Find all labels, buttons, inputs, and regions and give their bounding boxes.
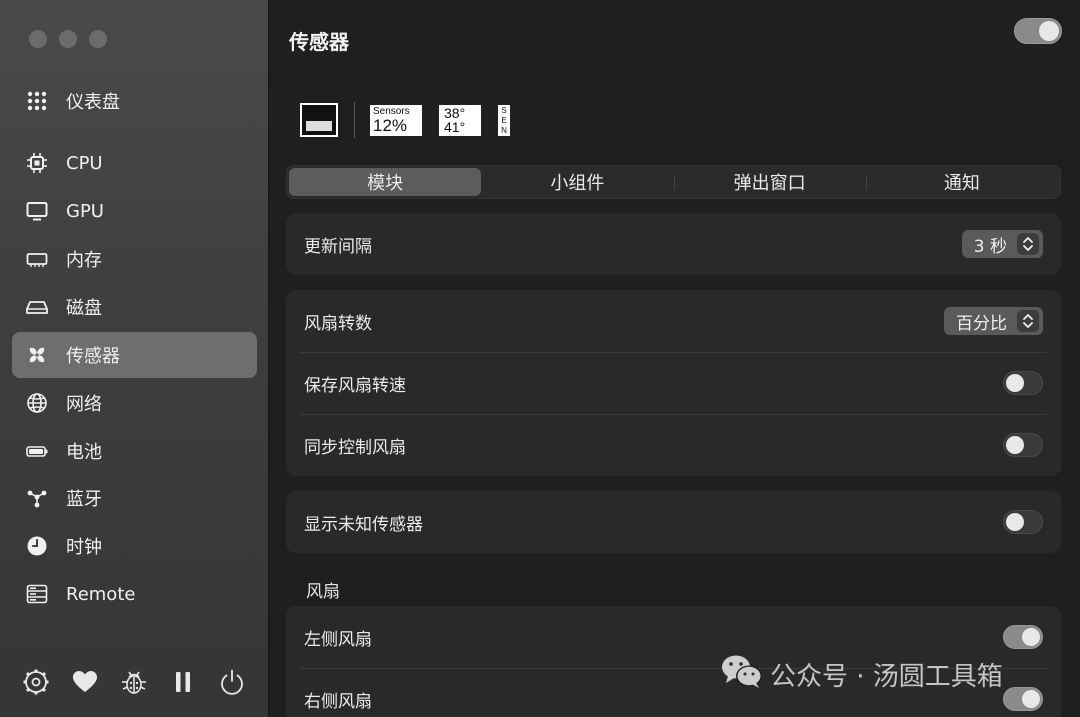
- widget-temp-2: 41°: [444, 118, 466, 135]
- watermark: 公众号 · 汤圆工具箱: [720, 652, 1003, 697]
- right-fan-toggle[interactable]: [1003, 687, 1043, 711]
- sidebar-item-label: CPU: [66, 152, 103, 174]
- sidebar-item-label: Remote: [66, 583, 136, 605]
- globe-icon: [25, 391, 49, 415]
- update-interval-card: 更新间隔 3 秒: [286, 213, 1061, 275]
- widget-vertical-label: SEN: [501, 105, 507, 135]
- sidebar-footer: [22, 668, 267, 700]
- grid-icon: [25, 89, 49, 113]
- tab-notifications[interactable]: 通知: [865, 168, 1058, 196]
- sidebar-item-bluetooth[interactable]: 蓝牙: [12, 475, 257, 521]
- close-window-button[interactable]: [29, 30, 47, 48]
- widget-sensors-value: 12%: [373, 115, 408, 135]
- sidebar-item-gpu[interactable]: GPU: [12, 188, 257, 234]
- sidebar: 仪表盘 CPU GPU 内存 磁盘 传感器 网络 电池 蓝牙 时钟 Remote: [0, 0, 269, 717]
- settings-tabs: 模块 小组件 弹出窗口 通知: [286, 165, 1061, 199]
- sync-fan-control-row: 同步控制风扇: [286, 414, 1061, 476]
- sidebar-item-remote[interactable]: Remote: [12, 571, 257, 617]
- widget-preview-temperatures[interactable]: 38° 41°: [438, 103, 482, 137]
- sidebar-item-disk[interactable]: 磁盘: [12, 284, 257, 330]
- widget-sensors-label: Sensors: [373, 105, 410, 117]
- settings-button[interactable]: [22, 668, 71, 700]
- support-button[interactable]: [71, 668, 120, 700]
- watermark-text: 公众号 · 汤圆工具箱: [770, 662, 1003, 692]
- tab-widgets[interactable]: 小组件: [481, 168, 673, 196]
- report-bug-button[interactable]: [120, 668, 169, 700]
- quit-button[interactable]: [218, 668, 267, 700]
- sidebar-item-label: 电池: [66, 442, 102, 463]
- fan-speed-row: 风扇转数 百分比: [286, 290, 1061, 352]
- sync-fan-control-toggle[interactable]: [1003, 433, 1043, 457]
- sidebar-item-label: 时钟: [66, 537, 102, 558]
- save-fan-speed-row: 保存风扇转速: [286, 352, 1061, 414]
- fan-settings-card: 风扇转数 百分比 保存风扇转速 同步控制风扇: [286, 290, 1061, 476]
- fan-speed-value: 百分比: [956, 313, 1007, 334]
- clock-icon: [25, 534, 49, 558]
- fan-speed-label: 风扇转数: [304, 313, 372, 334]
- widget-preview-mini[interactable]: [300, 103, 338, 137]
- update-interval-row: 更新间隔 3 秒: [286, 213, 1061, 275]
- widget-preview-strip: Sensors 12% 38° 41° SEN: [300, 102, 511, 138]
- sidebar-item-dashboard[interactable]: 仪表盘: [12, 78, 257, 124]
- show-unknown-sensors-row: 显示未知传感器: [286, 491, 1061, 553]
- show-unknown-sensors-toggle[interactable]: [1003, 510, 1043, 534]
- sidebar-item-network[interactable]: 网络: [12, 380, 257, 426]
- power-icon: [218, 668, 246, 700]
- monitor-icon: [25, 199, 49, 223]
- sync-fan-control-label: 同步控制风扇: [304, 437, 406, 458]
- page-title: 传感器: [289, 30, 349, 54]
- memory-icon: [25, 247, 49, 271]
- unknown-sensors-card: 显示未知传感器: [286, 491, 1061, 553]
- update-interval-label: 更新间隔: [304, 236, 372, 257]
- sidebar-item-clock[interactable]: 时钟: [12, 523, 257, 569]
- sidebar-item-label: 内存: [66, 250, 102, 271]
- main-panel: 传感器 Sensors 12% 38° 41° SEN 模块 小组件 弹出窗口 …: [270, 0, 1080, 717]
- save-fan-speed-toggle[interactable]: [1003, 371, 1043, 395]
- left-fan-label: 左侧风扇: [304, 629, 372, 650]
- left-fan-toggle[interactable]: [1003, 625, 1043, 649]
- sidebar-item-label: 蓝牙: [66, 489, 102, 510]
- widget-preview-sensors[interactable]: Sensors 12%: [369, 103, 423, 137]
- wechat-icon: [720, 652, 770, 697]
- cpu-icon: [25, 151, 49, 175]
- update-interval-select[interactable]: 3 秒: [961, 230, 1043, 258]
- right-fan-label: 右侧风扇: [304, 691, 372, 712]
- fan-speed-select[interactable]: 百分比: [944, 307, 1043, 335]
- chevron-up-down-icon: [1017, 233, 1039, 255]
- sidebar-item-memory[interactable]: 内存: [12, 236, 257, 282]
- zoom-window-button[interactable]: [89, 30, 107, 48]
- bluetooth-icon: [25, 486, 49, 510]
- sidebar-item-label: 传感器: [66, 346, 120, 367]
- sidebar-item-label: 仪表盘: [66, 92, 120, 113]
- pause-button[interactable]: [169, 668, 218, 700]
- update-interval-value: 3 秒: [973, 236, 1007, 257]
- heart-icon: [71, 668, 99, 700]
- fan-icon: [25, 343, 49, 367]
- minimize-window-button[interactable]: [59, 30, 77, 48]
- divider: [354, 102, 355, 138]
- server-icon: [25, 582, 49, 606]
- sidebar-item-cpu[interactable]: CPU: [12, 140, 257, 186]
- settings-icon: [22, 668, 50, 700]
- sidebar-item-label: GPU: [66, 200, 104, 222]
- widget-preview-vertical[interactable]: SEN: [497, 103, 511, 137]
- sidebar-item-label: 磁盘: [66, 298, 102, 319]
- disk-icon: [25, 295, 49, 319]
- tab-popup[interactable]: 弹出窗口: [673, 168, 866, 196]
- widget-temp-1: 38°: [444, 104, 466, 121]
- battery-icon: [25, 439, 49, 463]
- chevron-up-down-icon: [1017, 310, 1039, 332]
- save-fan-speed-label: 保存风扇转速: [304, 375, 406, 396]
- sidebar-item-sensors[interactable]: 传感器: [12, 332, 257, 378]
- module-enable-toggle[interactable]: [1014, 18, 1062, 44]
- tab-module[interactable]: 模块: [289, 168, 482, 196]
- window-controls: [29, 30, 107, 48]
- bug-icon: [120, 668, 148, 700]
- pause-icon: [169, 668, 197, 700]
- sidebar-item-battery[interactable]: 电池: [12, 428, 257, 474]
- show-unknown-sensors-label: 显示未知传感器: [304, 514, 423, 535]
- fans-section-title: 风扇: [306, 582, 340, 602]
- sidebar-item-label: 网络: [66, 394, 102, 415]
